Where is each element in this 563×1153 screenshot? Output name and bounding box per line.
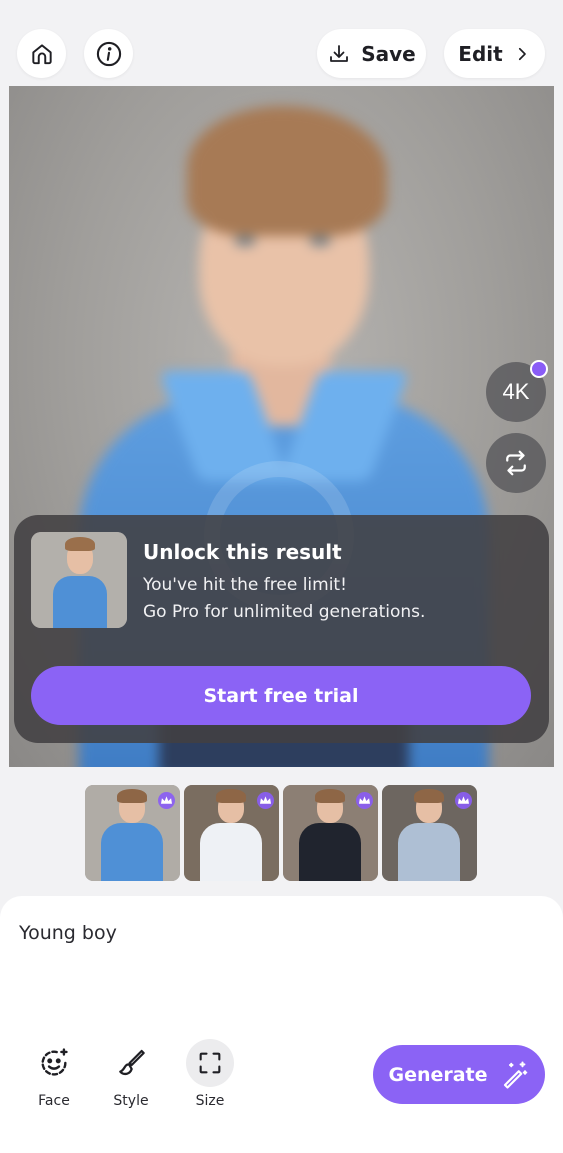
start-free-trial-button[interactable]: Start free trial xyxy=(31,666,531,725)
variation-thumbnail[interactable] xyxy=(184,785,279,881)
variation-strip xyxy=(85,785,477,881)
variation-thumbnail[interactable] xyxy=(382,785,477,881)
magic-wand-icon xyxy=(503,1060,527,1089)
variation-thumbnail[interactable] xyxy=(283,785,378,881)
crown-icon xyxy=(158,792,175,809)
edit-button[interactable]: Edit xyxy=(444,29,545,78)
face-tool-label: Face xyxy=(38,1093,70,1109)
crown-icon xyxy=(257,792,274,809)
unlock-title: Unlock this result xyxy=(143,540,342,564)
upscale-label: 4K xyxy=(502,379,530,404)
upscale-4k-button[interactable]: 4K xyxy=(486,360,548,422)
crown-icon xyxy=(455,792,472,809)
save-button[interactable]: Save xyxy=(317,29,426,78)
brush-icon xyxy=(107,1039,155,1087)
info-icon xyxy=(96,41,121,66)
crown-icon xyxy=(530,360,548,378)
unlock-message: You've hit the free limit! Go Pro for un… xyxy=(143,572,533,626)
download-icon xyxy=(330,44,349,62)
save-label: Save xyxy=(361,41,416,66)
size-tool-label: Size xyxy=(195,1093,225,1109)
unlock-card: Unlock this result You've hit the free l… xyxy=(14,515,549,743)
prompt-panel: Young boy Face Style Size Generate xyxy=(0,896,563,1153)
home-button[interactable] xyxy=(17,29,66,78)
size-tool-button[interactable]: Size xyxy=(180,1039,240,1109)
size-icon xyxy=(186,1039,234,1087)
edit-label: Edit xyxy=(458,41,503,66)
style-tool-label: Style xyxy=(113,1093,149,1109)
generate-button[interactable]: Generate xyxy=(373,1045,545,1104)
app-screen: Save Edit 4K Unlock this result You've h… xyxy=(0,0,563,1153)
home-icon xyxy=(31,43,52,64)
face-tool-button[interactable]: Face xyxy=(24,1039,84,1109)
face-icon xyxy=(30,1039,78,1087)
info-button[interactable] xyxy=(84,29,133,78)
swap-button[interactable] xyxy=(486,433,546,493)
prompt-text[interactable]: Young boy xyxy=(19,922,117,944)
chevron-right-icon xyxy=(518,47,526,60)
unlock-line-2: Go Pro for unlimited generations. xyxy=(143,602,426,622)
crown-icon xyxy=(356,792,373,809)
unlock-line-1: You've hit the free limit! xyxy=(143,575,347,595)
style-tool-button[interactable]: Style xyxy=(101,1039,161,1109)
unlock-preview-image xyxy=(31,532,127,628)
swap-icon xyxy=(506,450,526,476)
variation-thumbnail[interactable] xyxy=(85,785,180,881)
generate-label: Generate xyxy=(388,1063,488,1086)
